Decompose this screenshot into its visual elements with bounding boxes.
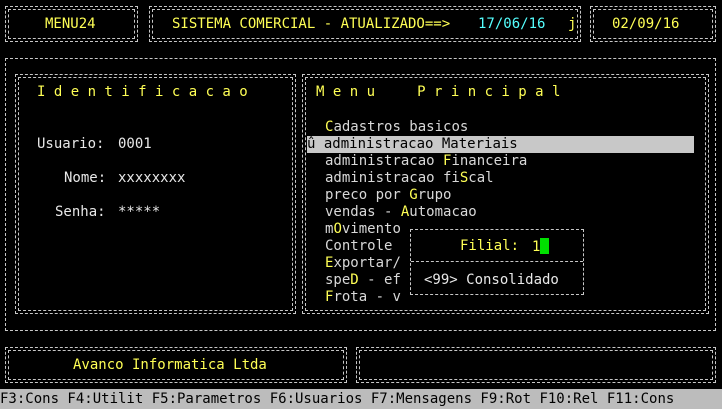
status-box bbox=[356, 347, 716, 383]
name-label: Nome: bbox=[64, 170, 107, 186]
menu-item-cadastros[interactable]: Cadastros basicos bbox=[307, 119, 468, 136]
password-value: ***** bbox=[118, 204, 161, 220]
menu-item-frota[interactable]: Frota - v bbox=[307, 289, 401, 306]
status-flag: j bbox=[568, 16, 577, 32]
menu-item-sped[interactable]: speD - ef bbox=[307, 272, 401, 289]
updated-date: 17/06/16 bbox=[478, 16, 546, 32]
filial-input[interactable]: 1 bbox=[532, 238, 550, 256]
menu-item-exportar[interactable]: Exportar/ bbox=[307, 255, 401, 272]
filial-popup-divider bbox=[411, 261, 583, 262]
menu-item-preco-grupo[interactable]: preco por Grupo bbox=[307, 187, 451, 204]
filial-label: Filial: bbox=[460, 238, 520, 254]
password-label: Senha: bbox=[55, 204, 106, 220]
identification-title: I d e n t i f i c a c a o bbox=[37, 84, 248, 100]
menu-code: MENU24 bbox=[45, 16, 96, 32]
menu-item-fiscal[interactable]: administracao fiScal bbox=[307, 170, 494, 187]
system-title: SISTEMA COMERCIAL - ATUALIZADO==> bbox=[172, 16, 451, 32]
menu-item-materiais[interactable]: û administracao Materiais bbox=[307, 136, 694, 153]
name-value: xxxxxxxx bbox=[118, 170, 186, 186]
main-menu-title: M e n u P r i n c i p a l bbox=[316, 84, 561, 100]
menu-item-vendas-automacao[interactable]: vendas - Automacao bbox=[307, 204, 477, 221]
user-label: Usuario: bbox=[37, 136, 105, 152]
function-keys-bar[interactable]: F3:Cons F4:Utilit F5:Parametros F6:Usuar… bbox=[0, 389, 722, 409]
menu-item-financeira[interactable]: administracao Financeira bbox=[307, 153, 527, 170]
company-name: Avanco Informatica Ltda bbox=[73, 357, 267, 373]
user-value: 0001 bbox=[118, 136, 152, 152]
menu-item-controle[interactable]: Controle bbox=[307, 238, 392, 255]
filial-value: 1 bbox=[532, 239, 541, 255]
text-cursor bbox=[540, 238, 550, 254]
identification-panel bbox=[15, 74, 296, 314]
menu-item-movimento[interactable]: mOvimento bbox=[307, 221, 401, 238]
filial-option-consolidado[interactable]: <99> Consolidado bbox=[424, 272, 559, 289]
current-date: 02/09/16 bbox=[612, 16, 680, 32]
